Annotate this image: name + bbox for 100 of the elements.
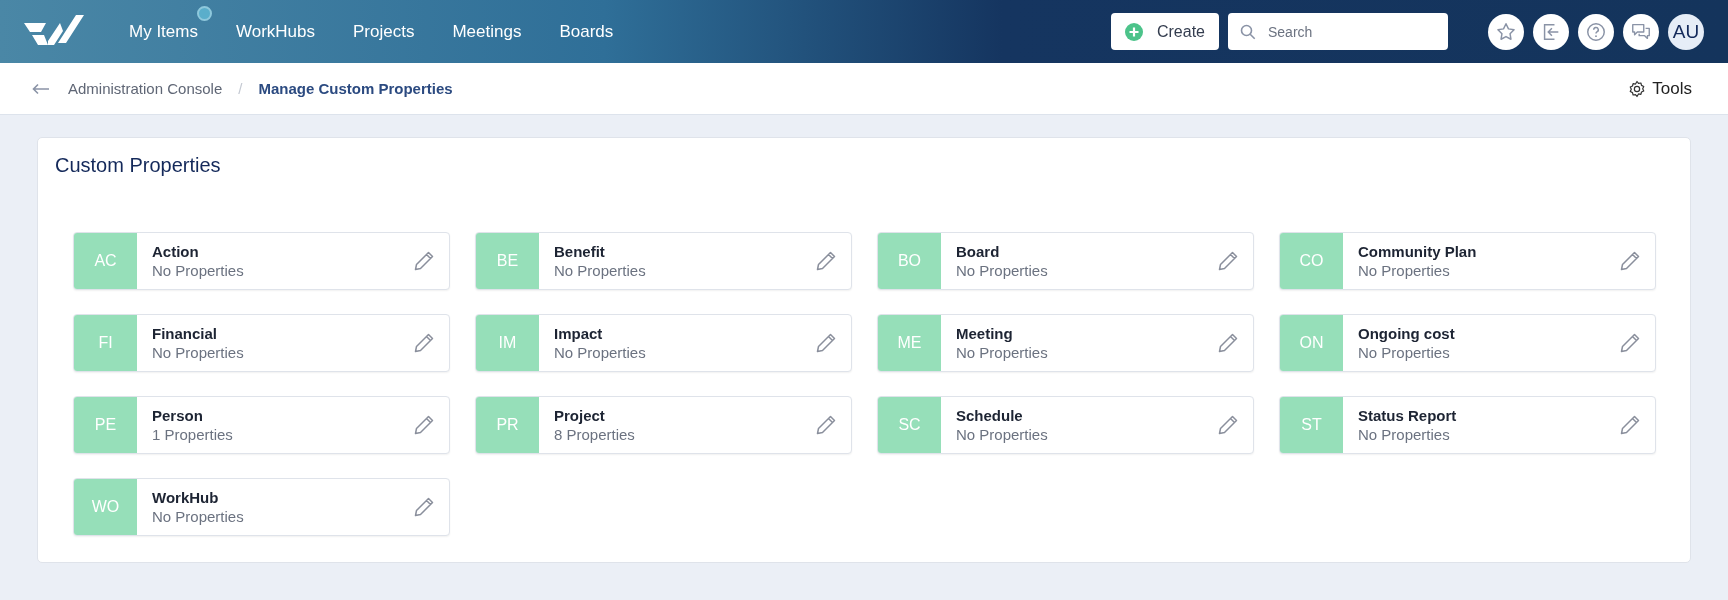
nav-link[interactable]: Boards (540, 21, 633, 42)
type-name: Action (152, 243, 200, 260)
pencil-icon (413, 332, 435, 354)
property-type-card[interactable]: AC Action No Properties (73, 232, 450, 290)
type-badge: PE (74, 397, 137, 453)
pencil-icon (1217, 414, 1239, 436)
type-badge: ON (1280, 315, 1343, 371)
property-count: No Properties (956, 262, 1049, 279)
type-name: Benefit (554, 243, 606, 260)
property-type-card[interactable]: ST Status Report No Properties (1279, 396, 1656, 454)
tools-button[interactable]: Tools (1622, 77, 1698, 100)
property-count: No Properties (956, 344, 1049, 361)
pencil-icon (1217, 250, 1239, 272)
panel-title: Custom Properties (55, 154, 222, 177)
nav-link[interactable]: WorkHubs (216, 21, 334, 42)
type-name: WorkHub (152, 489, 220, 506)
edit-button[interactable] (815, 332, 837, 354)
type-badge: CO (1280, 233, 1343, 289)
property-type-card[interactable]: BO Board No Properties (877, 232, 1254, 290)
property-count: No Properties (152, 262, 245, 279)
edit-button[interactable] (1217, 414, 1239, 436)
type-badge: ST (1280, 397, 1343, 453)
type-name: Project (554, 407, 606, 424)
back-arrow-icon[interactable] (32, 82, 50, 95)
property-count: No Properties (1358, 262, 1451, 279)
search-field[interactable]: Search (1228, 13, 1448, 50)
property-count: No Properties (152, 344, 245, 361)
pencil-icon (815, 250, 837, 272)
property-type-card[interactable]: IM Impact No Properties (475, 314, 852, 372)
favorites-button[interactable] (1488, 13, 1524, 50)
type-name: Board (956, 243, 1001, 260)
chat-button[interactable] (1623, 13, 1659, 50)
edit-button[interactable] (815, 250, 837, 272)
edit-button[interactable] (1217, 332, 1239, 354)
gear-icon (1628, 79, 1647, 98)
property-count: No Properties (956, 426, 1049, 443)
property-count: No Properties (554, 344, 647, 361)
type-name: Meeting (956, 325, 1014, 342)
star-icon (1495, 20, 1517, 43)
type-badge: IM (476, 315, 539, 371)
edit-button[interactable] (413, 414, 435, 436)
type-badge: FI (74, 315, 137, 371)
pencil-icon (815, 414, 837, 436)
nav-link[interactable]: Projects (334, 21, 434, 42)
property-type-card[interactable]: CO Community Plan No Properties (1279, 232, 1656, 290)
page-title: Manage Custom Properties (258, 80, 453, 97)
help-icon (1585, 20, 1607, 43)
property-type-card[interactable]: WO WorkHub No Properties (73, 478, 450, 536)
pencil-icon (413, 414, 435, 436)
type-name: Impact (554, 325, 604, 342)
type-badge: ME (878, 315, 941, 371)
type-name: Schedule (956, 407, 1024, 424)
property-type-card[interactable]: SC Schedule No Properties (877, 396, 1254, 454)
pencil-icon (1619, 250, 1641, 272)
help-button[interactable] (1578, 13, 1614, 50)
edit-button[interactable] (815, 414, 837, 436)
property-type-card[interactable]: BE Benefit No Properties (475, 232, 852, 290)
type-badge: PR (476, 397, 539, 453)
property-type-card[interactable]: ME Meeting No Properties (877, 314, 1254, 372)
type-name: Ongoing cost (1358, 325, 1456, 342)
edit-button[interactable] (1619, 414, 1641, 436)
pencil-icon (1619, 414, 1641, 436)
plus-icon (1124, 22, 1143, 41)
breadcrumb-link[interactable]: Administration Console (68, 80, 223, 97)
type-name: Financial (152, 325, 219, 342)
pencil-icon (1619, 332, 1641, 354)
pencil-icon (413, 496, 435, 518)
nav-link[interactable]: My Items (110, 21, 217, 42)
type-badge: WO (74, 479, 137, 535)
create-button[interactable]: Create (1110, 13, 1219, 50)
edit-button[interactable] (1217, 250, 1239, 272)
pencil-icon (1217, 332, 1239, 354)
property-type-card[interactable]: PR Project 8 Properties (475, 396, 852, 454)
type-name: Community Plan (1358, 243, 1478, 260)
type-badge: SC (878, 397, 941, 453)
breadcrumb-separator: / (238, 80, 243, 97)
property-count: No Properties (152, 508, 245, 525)
type-name: Person (152, 407, 204, 424)
property-type-card[interactable]: FI Financial No Properties (73, 314, 450, 372)
property-count: No Properties (1358, 426, 1451, 443)
edit-button[interactable] (413, 496, 435, 518)
type-badge: BO (878, 233, 941, 289)
property-count: No Properties (554, 262, 647, 279)
edit-button[interactable] (1619, 250, 1641, 272)
edit-button[interactable] (1619, 332, 1641, 354)
edit-button[interactable] (413, 332, 435, 354)
property-type-card[interactable]: PE Person 1 Properties (73, 396, 450, 454)
nav-link[interactable]: Meetings (433, 21, 541, 42)
type-badge: BE (476, 233, 539, 289)
edit-button[interactable] (413, 250, 435, 272)
type-badge: AC (74, 233, 137, 289)
pencil-icon (413, 250, 435, 272)
property-count: No Properties (1358, 344, 1451, 361)
pencil-icon (815, 332, 837, 354)
property-type-card[interactable]: ON Ongoing cost No Properties (1279, 314, 1656, 372)
type-name: Status Report (1358, 407, 1458, 424)
property-count: 8 Properties (554, 426, 636, 443)
sign-out-button[interactable] (1533, 13, 1569, 50)
property-count: 1 Properties (152, 426, 234, 443)
user-avatar[interactable]: AU (1668, 13, 1704, 50)
